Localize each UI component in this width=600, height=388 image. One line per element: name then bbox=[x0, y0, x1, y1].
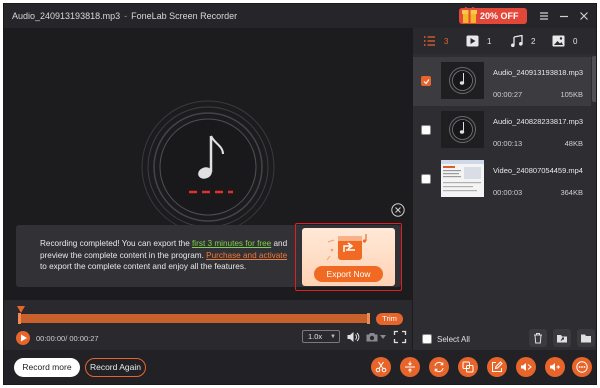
tab-count: 2 bbox=[531, 37, 536, 46]
convert-icon bbox=[434, 361, 444, 373]
folder-export-icon bbox=[557, 335, 567, 343]
snapshot-icon[interactable] bbox=[365, 330, 379, 344]
close-icon[interactable] bbox=[578, 10, 590, 22]
title-bar: Audio_240913193818.mp3- FoneLab Screen Re… bbox=[4, 4, 596, 28]
chevron-down-icon: ▼ bbox=[330, 334, 336, 340]
item-duration: 00:00:27 bbox=[493, 90, 523, 99]
close-notice-icon[interactable] bbox=[391, 203, 405, 217]
play-button[interactable] bbox=[16, 331, 30, 345]
video-icon bbox=[466, 35, 479, 47]
list-item[interactable]: Audio_240828233817.mp3 00:00:13 48KB bbox=[413, 106, 591, 155]
export-now-button[interactable]: Export Now bbox=[314, 266, 383, 282]
item-name: Audio_240913193818.mp3 bbox=[493, 68, 584, 77]
item-size: 364KB bbox=[560, 188, 583, 197]
volume-adjust-icon bbox=[521, 363, 532, 371]
title-separator: - bbox=[124, 11, 128, 21]
app-name: FoneLab Screen Recorder bbox=[131, 11, 238, 21]
tab-count: 1 bbox=[487, 37, 492, 46]
export-file-icon bbox=[326, 234, 367, 261]
item-checkbox[interactable] bbox=[421, 125, 431, 135]
trim-handle-right[interactable] bbox=[367, 313, 370, 324]
item-name: Video_240807054459.mp4 bbox=[493, 166, 583, 175]
list-icon bbox=[424, 36, 435, 46]
audio-thumbnail-icon bbox=[441, 62, 484, 99]
purchase-link[interactable]: Purchase and activate bbox=[206, 251, 287, 260]
item-duration: 00:00:03 bbox=[493, 188, 523, 197]
export-highlight: Export Now bbox=[295, 223, 402, 291]
edit-icon bbox=[492, 361, 503, 372]
gift-icon bbox=[462, 6, 477, 23]
tab-count: 3 bbox=[444, 37, 449, 46]
window-title: Audio_240913193818.mp3- FoneLab Screen Re… bbox=[12, 11, 237, 21]
promo-label: 20% OFF bbox=[480, 11, 519, 21]
check-icon bbox=[423, 79, 430, 85]
record-again-button[interactable]: Record Again bbox=[85, 358, 146, 377]
music-icon bbox=[511, 35, 523, 47]
volume-tool-button[interactable] bbox=[516, 357, 536, 377]
timeline-area: Trim 00:00:00/ 00:00:27 1.0x ▼ bbox=[4, 302, 412, 345]
trash-icon bbox=[534, 333, 542, 344]
merge-tool-button[interactable] bbox=[458, 357, 478, 377]
notice-text: Recording completed! You can export the … bbox=[40, 238, 295, 273]
open-folder-button[interactable] bbox=[577, 329, 595, 347]
playhead-marker-icon[interactable] bbox=[17, 306, 25, 313]
item-checkbox[interactable] bbox=[421, 174, 431, 184]
item-size: 105KB bbox=[560, 90, 583, 99]
tab-count: 0 bbox=[573, 37, 578, 46]
trim-handle-left[interactable] bbox=[18, 313, 21, 324]
trim-tool-button[interactable] bbox=[371, 357, 391, 377]
compress-tool-button[interactable] bbox=[400, 357, 420, 377]
item-size: 48KB bbox=[564, 139, 583, 148]
notice-text-part: to export the complete content and enjoy… bbox=[40, 262, 247, 271]
recordings-panel: 3 1 2 0 Audio_240913193818.mp3 00:00:27 … bbox=[412, 28, 596, 350]
list-item[interactable]: Audio_240913193818.mp3 00:00:27 105KB bbox=[413, 57, 591, 106]
edit-tool-button[interactable] bbox=[487, 357, 507, 377]
item-checkbox[interactable] bbox=[421, 76, 431, 86]
fullscreen-icon[interactable] bbox=[393, 330, 407, 344]
item-name: Audio_240828233817.mp3 bbox=[493, 117, 584, 126]
play-icon bbox=[21, 334, 27, 342]
timeline-track[interactable] bbox=[18, 314, 370, 323]
more-icon bbox=[576, 361, 588, 373]
compress-icon bbox=[405, 361, 415, 373]
file-name: Audio_240913193818.mp3 bbox=[12, 11, 121, 21]
folder-icon bbox=[581, 334, 591, 343]
record-more-button[interactable]: Record more bbox=[14, 358, 80, 377]
audio-booster-button[interactable] bbox=[545, 357, 565, 377]
item-duration: 00:00:13 bbox=[493, 139, 523, 148]
speed-select[interactable]: 1.0x ▼ bbox=[302, 330, 340, 343]
export-card: Export Now bbox=[302, 228, 395, 286]
app-window: Audio_240913193818.mp3- FoneLab Screen Re… bbox=[3, 3, 597, 385]
free-export-link[interactable]: first 3 minutes for free bbox=[192, 239, 271, 248]
timecode: 00:00:00/ 00:00:27 bbox=[36, 334, 99, 343]
chevron-down-icon[interactable] bbox=[380, 335, 386, 340]
promo-badge[interactable]: 20% OFF bbox=[459, 6, 527, 24]
more-tools-button[interactable] bbox=[572, 357, 592, 377]
delete-button[interactable] bbox=[529, 329, 547, 347]
select-all-label: Select All bbox=[437, 335, 470, 344]
audio-thumbnail-icon bbox=[441, 111, 484, 148]
minimize-icon[interactable] bbox=[558, 10, 570, 22]
list-scrollbar[interactable] bbox=[592, 56, 596, 102]
export-folder-button[interactable] bbox=[553, 329, 571, 347]
select-all-checkbox[interactable] bbox=[422, 334, 432, 344]
merge-icon bbox=[462, 361, 474, 373]
scissors-icon bbox=[375, 361, 387, 373]
notice-text-part: Recording completed! You can export the bbox=[40, 239, 193, 248]
image-icon bbox=[552, 35, 565, 47]
speaker-plus-icon bbox=[550, 363, 560, 371]
speed-value: 1.0x bbox=[308, 332, 323, 341]
menu-icon[interactable] bbox=[538, 10, 550, 22]
volume-icon[interactable] bbox=[346, 330, 360, 344]
trim-button[interactable]: Trim bbox=[376, 313, 403, 325]
audio-disc-icon bbox=[141, 100, 275, 234]
convert-tool-button[interactable] bbox=[429, 357, 449, 377]
list-item[interactable]: Video_240807054459.mp4 00:00:03 364KB bbox=[413, 155, 591, 204]
bottom-bar: Record more Record Again bbox=[4, 350, 596, 384]
video-thumbnail-icon bbox=[441, 160, 484, 197]
filter-tabs: 3 1 2 0 bbox=[413, 28, 596, 54]
